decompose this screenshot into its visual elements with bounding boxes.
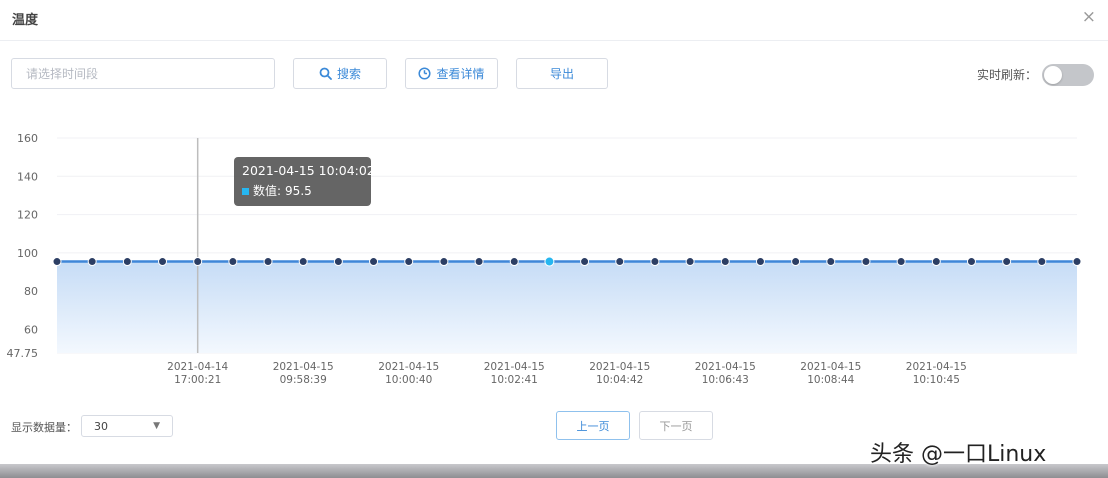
y-tick-label: 80	[24, 285, 38, 298]
data-point	[896, 257, 906, 267]
highlighted-point	[544, 256, 555, 267]
data-point	[755, 257, 765, 267]
data-point	[52, 257, 62, 267]
export-button[interactable]: 导出	[516, 58, 608, 89]
x-tick-label: 10:04:42	[596, 374, 643, 386]
view-details-button[interactable]: 查看详情	[405, 58, 498, 89]
prev-page-button[interactable]: 上一页	[556, 411, 630, 440]
tooltip-value: 95.5	[285, 184, 312, 198]
data-point	[404, 257, 414, 267]
data-point	[228, 257, 238, 267]
data-point	[861, 257, 871, 267]
y-tick-label: 60	[24, 324, 38, 337]
close-icon[interactable]: ×	[1082, 7, 1096, 27]
y-tick-label: 47.75	[7, 347, 39, 360]
realtime-refresh-label: 实时刷新：	[977, 68, 1038, 82]
search-button-label: 搜索	[336, 67, 361, 81]
data-point	[333, 257, 343, 267]
x-tick-label: 10:00:40	[385, 374, 432, 386]
x-tick-label: 2021-04-15	[484, 361, 545, 373]
data-point	[720, 257, 730, 267]
data-point	[87, 257, 97, 267]
data-point	[580, 257, 590, 267]
tooltip-row: 数值: 95.5	[242, 182, 363, 200]
data-point	[1072, 257, 1082, 267]
tooltip-label: 数值:	[253, 184, 282, 198]
data-point	[369, 257, 379, 267]
data-point	[474, 257, 484, 267]
x-tick-label: 10:06:43	[702, 374, 749, 386]
data-point	[298, 257, 308, 267]
chart-tooltip: 2021-04-15 10:04:02 数值: 95.5	[234, 157, 375, 206]
data-point	[650, 257, 660, 267]
x-tick-label: 10:02:41	[491, 374, 538, 386]
page-size-select[interactable]: 30 ▼	[81, 415, 173, 437]
y-tick-label: 160	[17, 132, 38, 145]
toggle-knob	[1044, 66, 1062, 84]
x-tick-label: 2021-04-15	[800, 361, 861, 373]
data-point	[509, 257, 519, 267]
dialog-header: 温度 ×	[0, 0, 1108, 41]
data-point	[439, 257, 449, 267]
page-size-label: 显示数据量：	[11, 421, 77, 434]
x-tick-label: 2021-04-15	[906, 361, 967, 373]
series-swatch	[242, 187, 249, 195]
x-tick-label: 2021-04-15	[695, 361, 756, 373]
data-point	[791, 257, 801, 267]
realtime-refresh-toggle[interactable]	[1042, 64, 1094, 86]
x-tick-label: 17:00:21	[174, 374, 221, 386]
next-page-button[interactable]: 下一页	[639, 411, 713, 440]
chart-svg: 160 140 120 100 80 60 47.75 2021-04-1417:00:21 2…	[7, 132, 1082, 386]
y-tick-label: 140	[17, 170, 38, 183]
data-point	[158, 257, 168, 267]
data-point	[1037, 257, 1047, 267]
data-point	[122, 257, 132, 267]
search-button[interactable]: 搜索	[293, 58, 387, 89]
y-tick-label: 120	[17, 209, 38, 222]
x-tick-label: 10:10:45	[913, 374, 960, 386]
tooltip-time: 2021-04-15 10:04:02	[242, 163, 375, 178]
data-point	[931, 257, 941, 267]
data-point	[193, 257, 203, 267]
chevron-down-icon: ▼	[153, 421, 160, 431]
x-tick-label: 2021-04-14	[167, 361, 228, 373]
data-point	[263, 257, 273, 267]
export-button-label: 导出	[549, 67, 574, 81]
data-point	[1002, 257, 1012, 267]
y-tick-label: 100	[17, 247, 38, 260]
watermark: 头条 @一口Linux	[870, 442, 1047, 467]
data-point	[826, 257, 836, 267]
view-details-label: 查看详情	[436, 67, 485, 81]
search-icon	[319, 67, 332, 80]
x-tick-label: 2021-04-15	[589, 361, 650, 373]
x-tick-label: 10:08:44	[807, 374, 854, 386]
x-tick-label: 2021-04-15	[378, 361, 439, 373]
data-point	[615, 257, 625, 267]
temperature-chart: 160 140 120 100 80 60 47.75 2021-04-14 17:00:21 2…	[0, 124, 1108, 394]
x-tick-label: 2021-04-15	[273, 361, 334, 373]
time-range-input[interactable]	[11, 58, 275, 89]
data-point	[685, 257, 695, 267]
series-area	[57, 261, 1077, 353]
data-point	[966, 257, 976, 267]
page-size-value: 30	[94, 419, 108, 433]
clock-icon	[418, 67, 432, 80]
dialog-title: 温度	[12, 13, 39, 28]
x-tick-label: 09:58:39	[280, 374, 327, 386]
